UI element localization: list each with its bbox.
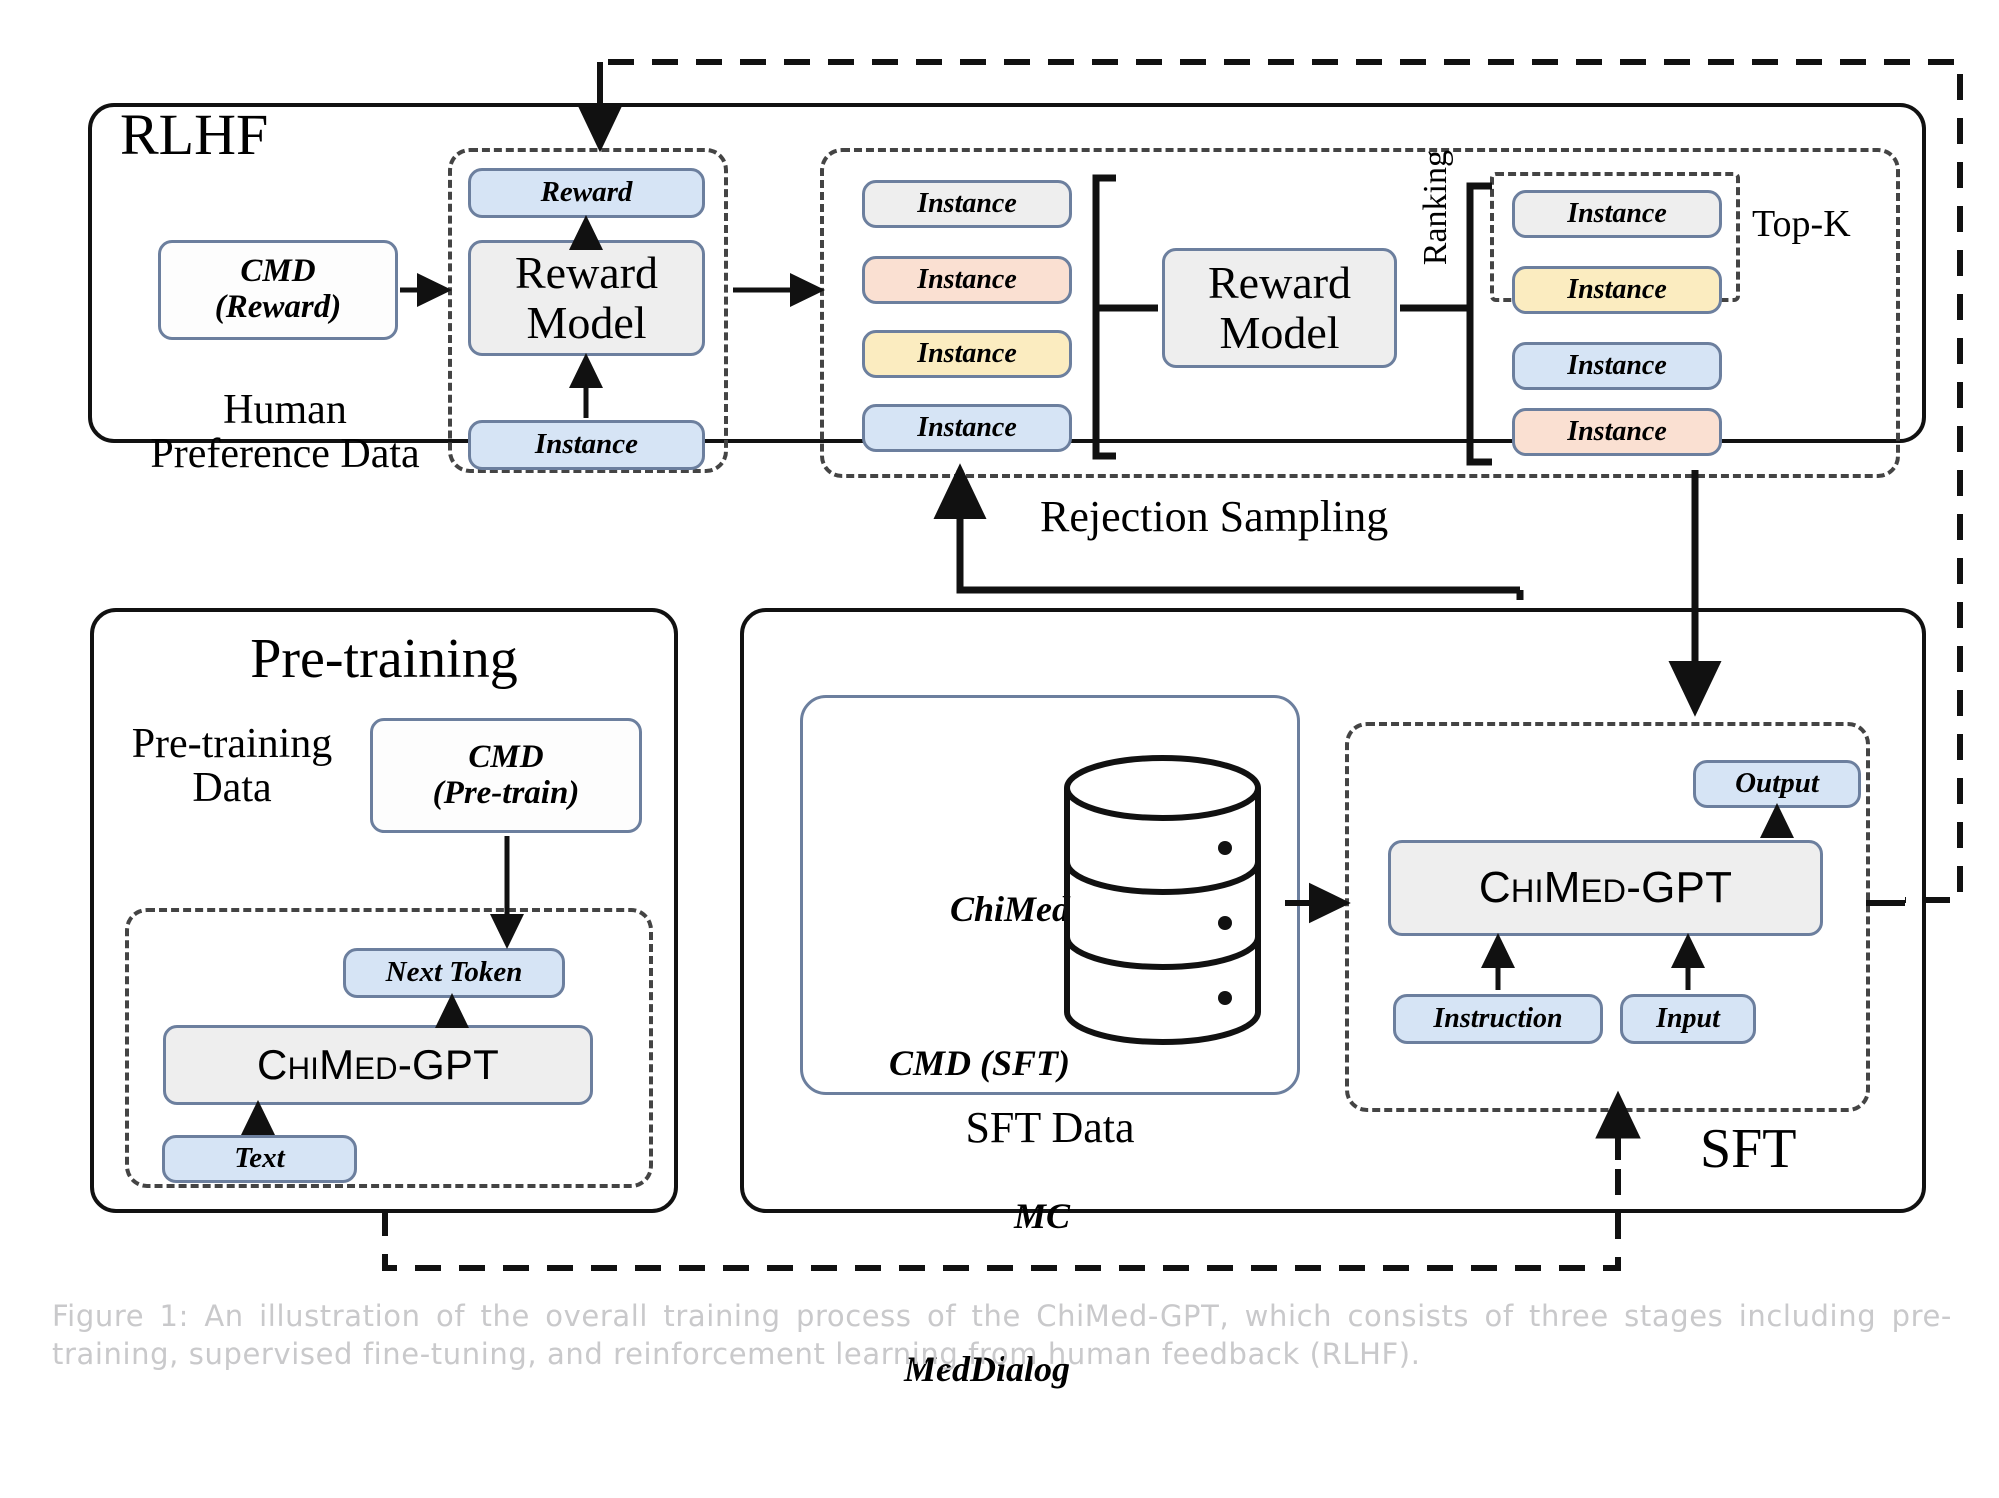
sft-dataset-2: MC (1013, 1195, 1070, 1236)
topk-label: Top-K (1752, 203, 1851, 245)
rs-candidate-label-1: Instance (917, 263, 1017, 295)
pretraining-chimed-gpt-node: CHIMED-GPT (163, 1025, 593, 1105)
figure-canvas: RLHF CMD (Reward) Human Preference Data … (0, 0, 1999, 1420)
text-input-node: Text (162, 1135, 357, 1183)
sft-output-node: Output (1693, 760, 1861, 808)
ranking-label: Ranking (1417, 150, 1454, 266)
reward-model-label: Reward Model (514, 247, 659, 348)
text-input-label: Text (234, 1142, 285, 1175)
sft-input-node: Input (1620, 994, 1756, 1044)
reward-model-node: Reward Model (468, 240, 705, 356)
rs-ranked-instance-0: Instance (1512, 190, 1722, 238)
sft-data-label: SFT Data (965, 1103, 1135, 1152)
cmd-pretrain-label: CMD (Pre-train) (432, 738, 580, 811)
reward-instance-input-node: Instance (468, 420, 705, 470)
reward-instance-input-label: Instance (534, 428, 639, 461)
sft-output-label: Output (1735, 767, 1819, 800)
rs-candidate-instance-2: Instance (862, 330, 1072, 378)
next-token-label: Next Token (385, 956, 523, 989)
rs-candidate-instance-3: Instance (862, 404, 1072, 452)
cmd-pretrain-node: CMD (Pre-train) (370, 718, 642, 833)
pretraining-data-label: Pre-training Data (131, 721, 333, 812)
sft-dataset-0: ChiMed (949, 889, 1070, 930)
rs-candidate-instance-1: Instance (862, 256, 1072, 304)
reward-output-node: Reward (468, 168, 705, 218)
rs-candidate-instance-0: Instance (862, 180, 1072, 228)
rs-reward-model-label: Reward Model (1207, 257, 1352, 358)
sft-stage-title: SFT (1700, 1118, 1797, 1180)
rs-ranked-label-2: Instance (1567, 349, 1667, 381)
sft-input-label: Input (1656, 1002, 1720, 1034)
rlhf-stage-title: RLHF (120, 102, 269, 167)
sft-chimed-gpt-label: CHIMED-GPT (1478, 863, 1733, 913)
cmd-reward-label: CMD (Reward) (214, 253, 342, 325)
figure-caption: Figure 1: An illustration of the overall… (52, 1299, 1952, 1371)
rs-ranked-instance-2: Instance (1512, 342, 1722, 390)
pretraining-stage-title: Pre-training (250, 628, 518, 690)
rs-reward-model-node: Reward Model (1162, 248, 1397, 368)
rs-candidate-label-3: Instance (917, 411, 1017, 443)
pretraining-chimed-gpt-label: CHIMED-GPT (257, 1041, 499, 1089)
rejection-sampling-label: Rejection Sampling (1040, 492, 1389, 541)
next-token-node: Next Token (343, 948, 565, 998)
sft-dataset-1: CMD (SFT) (888, 1042, 1070, 1083)
reward-output-label: Reward (540, 176, 633, 209)
cmd-reward-node: CMD (Reward) (158, 240, 398, 340)
rs-ranked-instance-3: Instance (1512, 408, 1722, 456)
rs-ranked-label-0: Instance (1567, 197, 1667, 229)
rs-ranked-label-1: Instance (1567, 273, 1667, 305)
sft-chimed-gpt-node: CHIMED-GPT (1388, 840, 1823, 936)
rs-ranked-label-3: Instance (1567, 415, 1667, 447)
database-cylinder-icon (1064, 755, 1261, 1045)
sft-instruction-label: Instruction (1433, 1002, 1563, 1034)
rs-ranked-instance-1: Instance (1512, 266, 1722, 314)
sft-instruction-node: Instruction (1393, 994, 1603, 1044)
human-preference-data-label: Human Preference Data (150, 387, 420, 478)
rs-candidate-label-2: Instance (917, 337, 1017, 369)
rs-candidate-label-0: Instance (917, 187, 1017, 219)
